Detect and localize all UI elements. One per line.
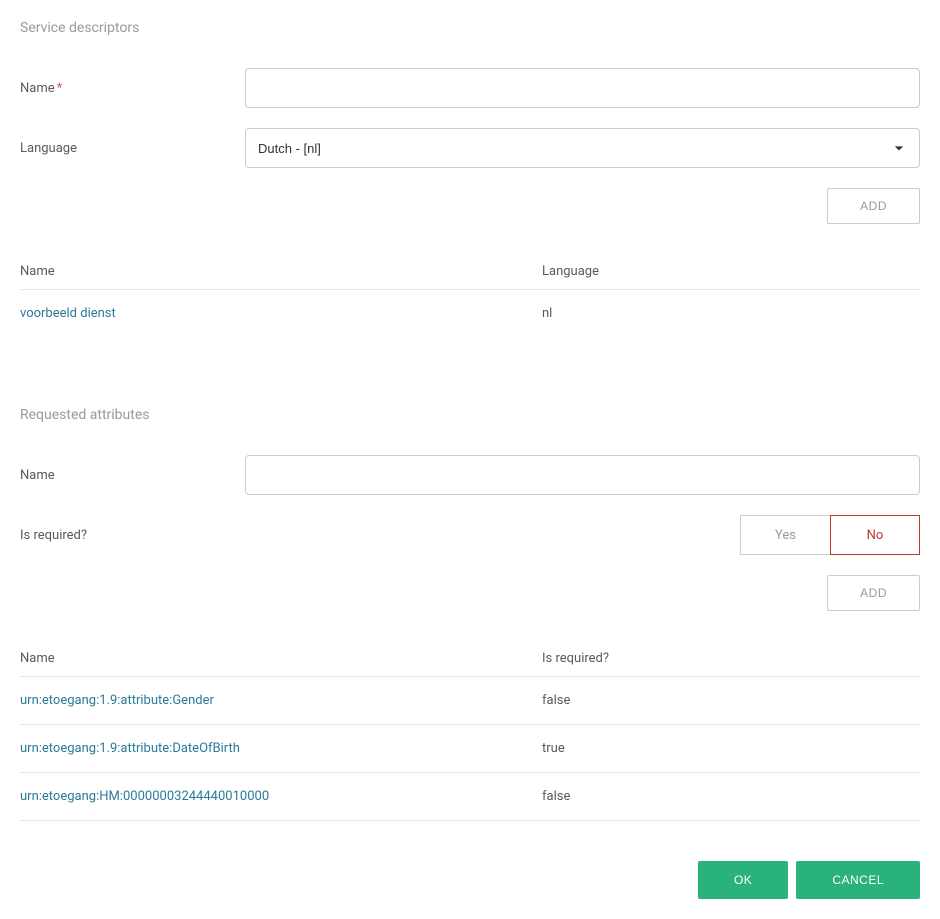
name-row: Name* xyxy=(20,68,920,108)
descriptor-language-cell: nl xyxy=(542,290,920,338)
attr-name-cell: urn:etoegang:1.9:attribute:DateOfBirth xyxy=(20,725,542,773)
attr-required-cell: false xyxy=(542,773,920,821)
attributes-table: Name Is required? urn:etoegang:1.9:attri… xyxy=(20,641,920,821)
attr-required-cell: true xyxy=(542,725,920,773)
language-row: Language Dutch - [nl] xyxy=(20,128,920,168)
is-required-toggle: Yes No xyxy=(740,515,920,555)
attr-name-cell: urn:etoegang:1.9:attribute:Gender xyxy=(20,677,542,725)
table-row[interactable]: urn:etoegang:1.9:attribute:DateOfBirth t… xyxy=(20,725,920,773)
name-label: Name* xyxy=(20,81,245,96)
attr-table-header-name: Name xyxy=(20,641,542,677)
table-row[interactable]: urn:etoegang:1.9:attribute:Gender false xyxy=(20,677,920,725)
cancel-button[interactable]: CANCEL xyxy=(796,861,920,899)
attr-name-input[interactable] xyxy=(245,455,920,495)
descriptor-name-cell: voorbeeld dienst xyxy=(20,290,542,338)
toggle-yes-button[interactable]: Yes xyxy=(740,515,830,555)
attr-table-header-required: Is required? xyxy=(542,641,920,677)
footer-buttons: OK CANCEL xyxy=(20,861,920,899)
language-select[interactable]: Dutch - [nl] xyxy=(245,128,920,168)
name-input[interactable] xyxy=(245,68,920,108)
is-required-label: Is required? xyxy=(20,528,245,543)
required-indicator: * xyxy=(57,81,63,96)
attr-name-row: Name xyxy=(20,455,920,495)
ok-button[interactable]: OK xyxy=(698,861,788,899)
table-header-language: Language xyxy=(542,254,920,290)
requested-attributes-title: Requested attributes xyxy=(20,407,920,423)
add-attribute-button[interactable]: ADD xyxy=(827,575,920,611)
descriptors-table: Name Language voorbeeld dienst nl xyxy=(20,254,920,337)
attr-name-label: Name xyxy=(20,468,245,483)
is-required-row: Is required? Yes No xyxy=(20,515,920,555)
service-descriptors-title: Service descriptors xyxy=(20,20,920,36)
language-label: Language xyxy=(20,141,245,156)
name-label-text: Name xyxy=(20,81,55,96)
attr-required-cell: false xyxy=(542,677,920,725)
table-row[interactable]: urn:etoegang:HM:00000003244440010000 fal… xyxy=(20,773,920,821)
add-descriptor-button[interactable]: ADD xyxy=(827,188,920,224)
toggle-no-button[interactable]: No xyxy=(830,515,920,555)
table-row[interactable]: voorbeeld dienst nl xyxy=(20,290,920,338)
attr-name-cell: urn:etoegang:HM:00000003244440010000 xyxy=(20,773,542,821)
table-header-name: Name xyxy=(20,254,542,290)
